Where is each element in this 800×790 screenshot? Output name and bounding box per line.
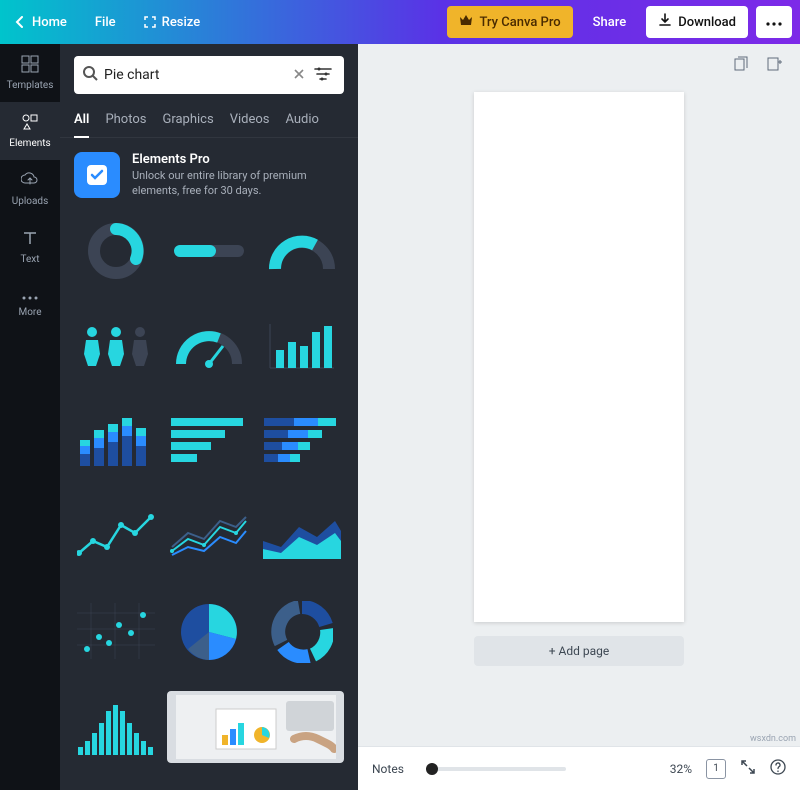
tab-videos[interactable]: Videos [230,104,270,137]
element-dot-plot[interactable] [74,596,157,668]
add-page-bar[interactable]: + Add page [474,636,684,666]
help-button[interactable] [770,759,786,778]
file-menu[interactable]: File [81,0,130,44]
promo-subtitle: Unlock our entire library of premium ele… [132,169,332,199]
chevron-left-icon [14,16,26,28]
tab-audio[interactable]: Audio [285,104,318,137]
download-icon [658,13,672,31]
category-tabs: All Photos Graphics Videos Audio [60,104,358,138]
rail-label: Elements [9,138,50,149]
element-pie-chart[interactable] [167,596,250,668]
promo-title: Elements Pro [132,152,332,167]
rail-label: Text [20,254,39,265]
rail-label: More [18,307,41,318]
element-multi-line-chart[interactable] [167,500,250,572]
element-progress-bar[interactable] [167,215,250,287]
zoom-knob[interactable] [426,763,438,775]
rail-text[interactable]: Text [0,218,60,276]
status-bar: Notes 32% 1 [358,746,800,790]
rail-label: Templates [7,80,54,91]
search-input[interactable] [104,67,288,83]
templates-icon [21,55,39,76]
resize-menu[interactable]: Resize [130,0,215,44]
page-1[interactable] [474,92,684,622]
add-page-button[interactable] [766,56,782,76]
side-rail: Templates Elements Uploads Text More [0,44,60,790]
rail-uploads[interactable]: Uploads [0,160,60,218]
pro-promo[interactable]: Elements Pro Unlock our entire library o… [74,152,344,199]
resize-icon [144,16,156,28]
element-line-chart-1[interactable] [74,500,157,572]
text-icon [21,229,39,250]
page-number-box[interactable]: 1 [706,759,726,779]
tab-photos[interactable]: Photos [105,104,146,137]
pro-badge-icon [74,152,120,198]
page-scroll[interactable]: + Add page [358,88,800,746]
elements-icon [21,113,39,134]
elements-panel: All Photos Graphics Videos Audio Element… [60,44,358,790]
element-horizontal-bars[interactable] [167,405,250,477]
element-people-pictogram[interactable] [74,310,157,382]
uploads-icon [21,171,39,192]
rail-templates[interactable]: Templates [0,44,60,102]
share-button[interactable]: Share [581,6,639,38]
download-button[interactable]: Download [646,6,748,38]
canvas-area: + Add page Notes 32% 1 wsxdn.com [358,44,800,790]
fullscreen-button[interactable] [740,759,756,778]
element-histogram[interactable] [74,691,157,763]
tab-all[interactable]: All [74,104,89,137]
ellipsis-icon [21,292,39,303]
elements-grid[interactable] [60,207,358,790]
element-donut-chart[interactable] [74,215,157,287]
back-home-button[interactable]: Home [0,0,81,44]
duplicate-page-button[interactable] [732,56,748,76]
tab-graphics[interactable]: Graphics [162,104,213,137]
notes-button[interactable]: Notes [372,762,404,776]
element-area-chart[interactable] [261,500,344,572]
rail-more[interactable]: More [0,276,60,334]
search-icon [82,65,98,85]
element-stacked-bar-chart[interactable] [74,405,157,477]
element-donut-segments[interactable] [261,596,344,668]
ellipsis-icon [766,15,782,30]
element-gauge[interactable] [167,310,250,382]
rail-label: Uploads [12,196,48,207]
element-bar-chart-1[interactable] [261,310,344,382]
rail-elements[interactable]: Elements [0,102,60,160]
filter-button[interactable] [310,66,336,85]
zoom-slider[interactable] [426,767,566,771]
crown-icon [459,14,473,30]
element-stacked-horizontal-bars[interactable] [261,405,344,477]
more-options-button[interactable] [756,6,792,38]
clear-search-button[interactable] [288,66,310,85]
search-bar [74,56,344,94]
element-half-donut[interactable] [261,215,344,287]
home-label: Home [32,15,67,30]
element-photo-desk-chart[interactable] [167,691,344,763]
watermark: wsxdn.com [750,734,796,744]
try-pro-button[interactable]: Try Canva Pro [447,6,572,38]
zoom-value[interactable]: 32% [670,762,692,776]
